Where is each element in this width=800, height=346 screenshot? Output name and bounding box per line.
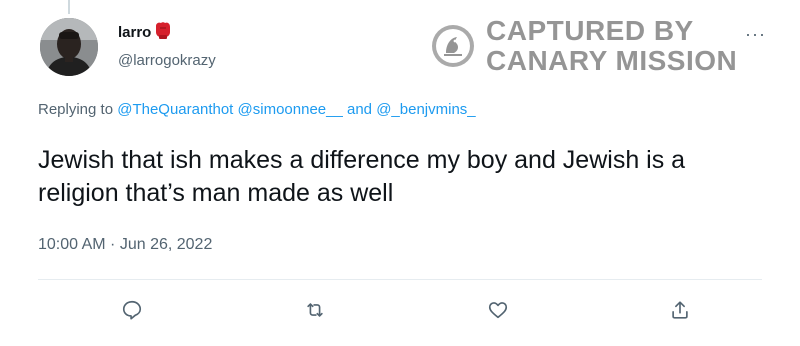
retweet-button[interactable] [301, 296, 329, 324]
tweet-timestamp[interactable]: 10:00 AM · Jun 26, 2022 [38, 236, 212, 254]
watermark-line-1: CAPTURED BY [486, 15, 694, 46]
replying-to-prefix: Replying to [38, 101, 118, 118]
retweet-icon [307, 303, 323, 317]
mention-conjunction[interactable]: and [343, 101, 376, 118]
author-info: larro @larrogokrazy [118, 20, 216, 69]
tweet-actions-bar [0, 292, 800, 332]
watermark-text: CAPTURED BY CANARY MISSION [486, 16, 737, 76]
like-button[interactable] [484, 296, 512, 324]
mention-thequaranthot[interactable]: @TheQuaranthot [117, 101, 233, 118]
tweet-text: Jewish that ish makes a difference my bo… [38, 146, 686, 207]
share-icon [672, 301, 688, 319]
heart-icon [488, 302, 508, 319]
avatar-photo [40, 18, 98, 76]
author-display-name-row[interactable]: larro [118, 20, 216, 44]
replying-to: Replying to @TheQuaranthot @simoonnee__ … [38, 101, 476, 118]
canary-logo-icon [432, 25, 474, 67]
boxing-glove-icon [153, 20, 173, 44]
reply-icon [122, 300, 142, 320]
more-options-icon[interactable]: ··· [745, 24, 766, 45]
canary-mission-watermark: CAPTURED BY CANARY MISSION [430, 16, 737, 76]
mention-simoonnee[interactable]: @simoonnee__ [238, 101, 343, 118]
thread-connector-line [68, 0, 70, 14]
author-username[interactable]: @larrogokrazy [118, 52, 216, 69]
author-display-name[interactable]: larro [118, 24, 151, 41]
watermark-line-2: CANARY MISSION [486, 45, 738, 76]
avatar[interactable] [40, 18, 98, 76]
share-button[interactable] [666, 296, 694, 324]
reply-button[interactable] [118, 296, 146, 324]
mention-benjvmins[interactable]: @_benjvmins_ [376, 101, 475, 118]
tweet-card: larro @larrogokrazy CAPTURED BY CANARY M… [0, 0, 800, 346]
actions-divider [38, 279, 762, 280]
